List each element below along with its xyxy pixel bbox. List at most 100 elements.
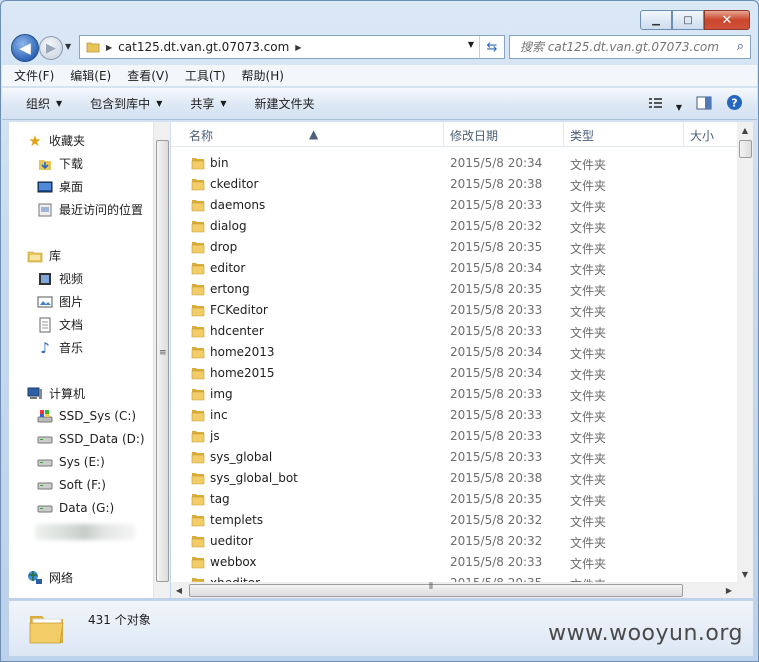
column-date[interactable]: 修改日期 (450, 127, 498, 144)
scroll-left-icon[interactable]: ◀ (171, 582, 187, 598)
sidebar-item-drive-g[interactable]: Data (G:) (37, 500, 114, 516)
file-name[interactable]: bin (210, 156, 229, 170)
sidebar-item-music[interactable]: ♪ 音乐 (37, 339, 83, 357)
file-list-scrollbar[interactable]: ▲ ▼ (737, 122, 753, 582)
scrollbar-thumb[interactable] (156, 140, 169, 582)
table-row[interactable]: hdcenter 2015/5/8 20:33 文件夹 (171, 321, 737, 342)
column-divider[interactable] (683, 122, 684, 146)
maximize-button[interactable]: □ (672, 10, 704, 30)
table-row[interactable]: templets 2015/5/8 20:32 文件夹 (171, 510, 737, 531)
table-row[interactable]: editor 2015/5/8 20:34 文件夹 (171, 258, 737, 279)
file-name[interactable]: home2015 (210, 366, 275, 380)
file-name[interactable]: inc (210, 408, 228, 422)
sidebar-item-drive-e[interactable]: Sys (E:) (37, 454, 105, 470)
include-library-button[interactable]: 包含到库中 ▼ (90, 95, 162, 112)
table-row[interactable]: FCKeditor 2015/5/8 20:33 文件夹 (171, 300, 737, 321)
table-row[interactable]: sys_global_bot 2015/5/8 20:38 文件夹 (171, 468, 737, 489)
table-row[interactable]: bin 2015/5/8 20:34 文件夹 (171, 153, 737, 174)
file-name[interactable]: ckeditor (210, 177, 258, 191)
column-type[interactable]: 类型 (570, 127, 594, 144)
sidebar-item-pictures[interactable]: 图片 (37, 293, 83, 310)
file-name[interactable]: img (210, 387, 233, 401)
help-button[interactable]: ? (726, 94, 743, 114)
table-row[interactable]: inc 2015/5/8 20:33 文件夹 (171, 405, 737, 426)
chevron-down-icon[interactable]: ▼ (676, 103, 682, 112)
sidebar-group-network[interactable]: 网络 (27, 569, 73, 586)
scroll-up-icon[interactable]: ▲ (737, 122, 753, 138)
organize-button[interactable]: 组织 ▼ (26, 95, 62, 112)
refresh-button[interactable]: ⇆ (479, 36, 504, 58)
file-name[interactable]: daemons (210, 198, 265, 212)
table-row[interactable]: xheditor2015/5/8 20:35文件夹 (171, 573, 737, 582)
table-row[interactable]: ckeditor 2015/5/8 20:38 文件夹 (171, 174, 737, 195)
horizontal-scrollbar[interactable]: ◀ ⦀ ▶ (171, 582, 737, 598)
column-divider[interactable] (563, 122, 564, 146)
address-dropdown-icon[interactable]: ▼ (468, 40, 474, 49)
address-path[interactable]: cat125.dt.van.gt.07073.com (118, 40, 289, 54)
sidebar-item-videos[interactable]: 视频 (37, 270, 83, 287)
file-name[interactable]: editor (210, 261, 245, 275)
breadcrumb-separator-icon[interactable]: ▶ (295, 43, 301, 52)
file-name[interactable]: templets (210, 513, 263, 527)
file-name[interactable]: sys_global_bot (210, 471, 298, 485)
file-name[interactable]: home2013 (210, 345, 275, 359)
menu-tools[interactable]: 工具(T) (185, 67, 226, 84)
table-row[interactable]: home2015 2015/5/8 20:34 文件夹 (171, 363, 737, 384)
close-button[interactable]: ✕ (704, 10, 750, 30)
change-view-button[interactable]: ▼ (648, 96, 682, 113)
menu-help[interactable]: 帮助(H) (242, 67, 284, 84)
scroll-down-icon[interactable]: ▼ (737, 566, 753, 582)
scrollbar-thumb[interactable] (189, 584, 683, 597)
sidebar-item-drive-f[interactable]: Soft (F:) (37, 477, 106, 493)
file-name[interactable]: dialog (210, 219, 247, 233)
table-row[interactable]: webbox 2015/5/8 20:33 文件夹 (171, 552, 737, 573)
table-row[interactable]: home2013 2015/5/8 20:34 文件夹 (171, 342, 737, 363)
file-name[interactable]: hdcenter (210, 324, 264, 338)
preview-pane-button[interactable] (696, 96, 712, 113)
sidebar-group-favorites[interactable]: ★ 收藏夹 (27, 132, 85, 150)
table-row[interactable]: js 2015/5/8 20:33 文件夹 (171, 426, 737, 447)
file-name[interactable]: ertong (210, 282, 250, 296)
sidebar-item-drive-d[interactable]: SSD_Data (D:) (37, 431, 145, 447)
sidebar-item-drive-c[interactable]: SSD_Sys (C:) (37, 408, 136, 424)
column-size[interactable]: 大小 (690, 127, 714, 144)
table-row[interactable]: sys_global 2015/5/8 20:33 文件夹 (171, 447, 737, 468)
table-row[interactable]: drop 2015/5/8 20:35 文件夹 (171, 237, 737, 258)
file-name[interactable]: drop (210, 240, 237, 254)
share-button[interactable]: 共享 ▼ (190, 95, 226, 112)
file-name[interactable]: sys_global (210, 450, 272, 464)
recent-pages-dropdown[interactable]: ▼ (65, 42, 71, 51)
minimize-button[interactable]: ▁ (640, 10, 672, 30)
sidebar-group-libraries[interactable]: 库 (27, 247, 61, 264)
table-row[interactable]: img 2015/5/8 20:33 文件夹 (171, 384, 737, 405)
table-row[interactable]: ertong 2015/5/8 20:35 文件夹 (171, 279, 737, 300)
menu-edit[interactable]: 编辑(E) (70, 67, 111, 84)
search-icon[interactable]: ⌕ (737, 39, 744, 54)
search-box[interactable]: ⌕ (509, 35, 751, 59)
table-row[interactable]: tag 2015/5/8 20:35 文件夹 (171, 489, 737, 510)
sidebar-item-downloads[interactable]: 下载 (37, 155, 83, 172)
scrollbar-thumb[interactable] (739, 140, 752, 158)
file-name[interactable]: js (210, 429, 220, 443)
file-name[interactable]: tag (210, 492, 230, 506)
menu-view[interactable]: 查看(V) (127, 67, 169, 84)
file-name[interactable]: FCKeditor (210, 303, 268, 317)
column-divider[interactable] (443, 122, 444, 146)
file-name[interactable]: webbox (210, 555, 257, 569)
sidebar-group-computer[interactable]: 计算机 (27, 385, 85, 402)
navigation-pane-scrollbar[interactable]: ≡ (153, 122, 170, 598)
table-row[interactable]: ueditor 2015/5/8 20:32 文件夹 (171, 531, 737, 552)
breadcrumb-separator-icon[interactable]: ▶ (106, 43, 112, 52)
search-input[interactable] (518, 39, 732, 55)
table-row[interactable]: daemons 2015/5/8 20:33 文件夹 (171, 195, 737, 216)
back-button[interactable]: ◀ (11, 34, 39, 62)
column-name[interactable]: 名称 (189, 127, 213, 144)
new-folder-button[interactable]: 新建文件夹 (255, 95, 315, 112)
forward-button[interactable]: ▶ (39, 36, 63, 60)
address-bar[interactable]: ▶ cat125.dt.van.gt.07073.com ▶ ▼ ⇆ (79, 35, 505, 59)
file-name[interactable]: ueditor (210, 534, 253, 548)
sidebar-item-documents[interactable]: 文档 (37, 316, 83, 333)
scroll-right-icon[interactable]: ▶ (721, 582, 737, 598)
table-row[interactable]: dialog 2015/5/8 20:32 文件夹 (171, 216, 737, 237)
sidebar-item-desktop[interactable]: 桌面 (37, 178, 83, 195)
